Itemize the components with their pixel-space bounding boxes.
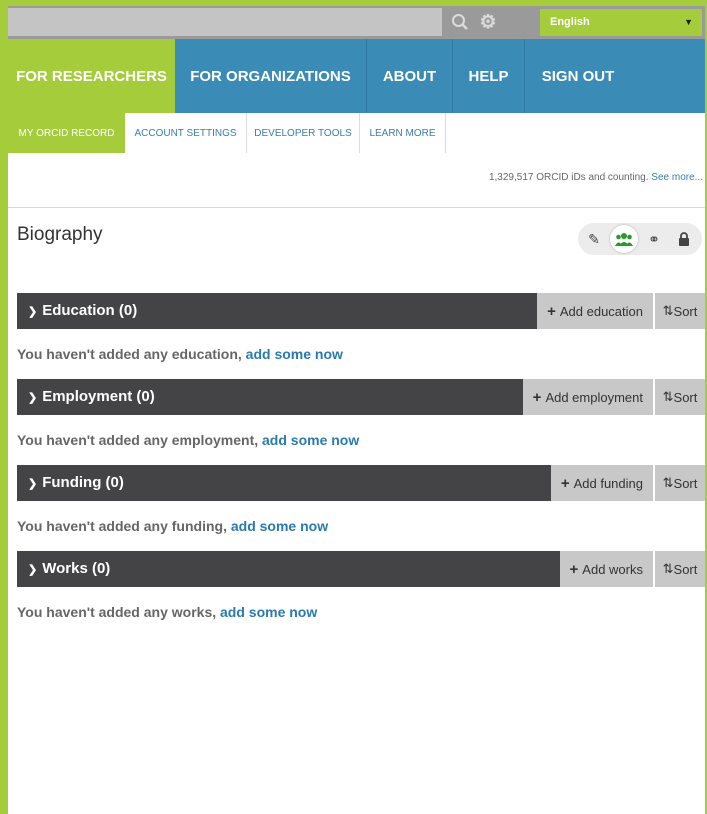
language-label: English <box>550 16 590 28</box>
nav-label: SIGN OUT <box>541 67 615 85</box>
nav-for-organizations[interactable]: FOR ORGANIZATIONS <box>175 39 367 113</box>
visibility-selector: ✎ ⚭ <box>578 223 702 255</box>
lock-icon[interactable] <box>670 225 698 253</box>
trusted-icon[interactable]: ⚭ <box>640 225 668 253</box>
sub-nav: MY ORCID RECORD ACCOUNT SETTINGS DEVELOP… <box>8 113 705 153</box>
divider <box>8 207 705 208</box>
sort-button[interactable]: ⇅ Sort <box>655 465 705 501</box>
orcid-page: ⚙ English ▼ FOR RESEARCHERS FOR ORGANIZA… <box>8 6 705 814</box>
tab-account-settings[interactable]: ACCOUNT SETTINGS <box>125 113 247 153</box>
search-icon[interactable] <box>448 10 472 34</box>
nav-label: HELP <box>468 67 509 85</box>
section-actions: + Add education ⇅ Sort <box>537 293 705 329</box>
empty-message: You haven't added any employment, add so… <box>17 432 359 448</box>
sort-button[interactable]: ⇅ Sort <box>655 293 705 329</box>
add-label: Add education <box>559 303 643 319</box>
pencil-icon[interactable]: ✎ <box>580 225 608 253</box>
add-some-now-link[interactable]: add some now <box>246 346 343 362</box>
chevron-down-icon: ❯ <box>28 392 38 404</box>
gear-icon[interactable]: ⚙ <box>476 10 500 34</box>
tab-my-orcid-record[interactable]: MY ORCID RECORD <box>8 113 125 153</box>
everyone-icon[interactable] <box>610 225 638 253</box>
section-education: ❯ Education (0) + Add education ⇅ Sort <box>17 293 705 329</box>
section-employment: ❯ Employment (0) + Add employment ⇅ Sort <box>17 379 705 415</box>
sort-button[interactable]: ⇅ Sort <box>655 379 705 415</box>
tab-developer-tools[interactable]: DEVELOPER TOOLS <box>247 113 360 153</box>
plus-icon: + <box>532 388 542 406</box>
sort-label: Sort <box>673 561 698 577</box>
empty-message: You haven't added any education, add som… <box>17 346 343 362</box>
nav-help[interactable]: HELP <box>453 39 525 113</box>
sort-icon: ⇅ <box>662 561 674 576</box>
empty-text: You haven't added any works, <box>17 604 217 620</box>
chevron-down-icon: ❯ <box>28 306 38 318</box>
plus-icon: + <box>547 302 556 320</box>
add-label: Add works <box>582 561 643 577</box>
sort-label: Sort <box>673 389 698 405</box>
section-works: ❯ Works (0) + Add works ⇅ Sort <box>17 551 705 587</box>
empty-text: You haven't added any employment, <box>17 432 259 448</box>
counter-text: 1,329,517 ORCID iDs and counting. <box>488 172 649 183</box>
sort-label: Sort <box>673 303 698 319</box>
add-funding-button[interactable]: + Add funding <box>550 465 655 501</box>
section-funding: ❯ Funding (0) + Add funding ⇅ Sort <box>17 465 705 501</box>
sort-icon: ⇅ <box>662 303 674 318</box>
tab-label: DEVELOPER TOOLS <box>254 127 352 139</box>
add-employment-button[interactable]: + Add employment <box>522 379 655 415</box>
plus-icon: + <box>560 474 570 492</box>
sort-icon: ⇅ <box>662 389 674 404</box>
tab-label: LEARN MORE <box>369 127 436 139</box>
section-title: Education (0) <box>42 302 138 319</box>
language-select[interactable]: English ▼ <box>540 9 702 36</box>
section-title: Funding (0) <box>42 474 124 491</box>
empty-message: You haven't added any works, add some no… <box>17 604 317 620</box>
nav-about[interactable]: ABOUT <box>367 39 453 113</box>
section-actions: + Add employment ⇅ Sort <box>522 379 705 415</box>
section-toggle[interactable]: ❯ Education (0) <box>28 293 137 330</box>
nav-label: ABOUT <box>382 67 437 85</box>
section-title: Employment (0) <box>42 388 155 405</box>
chevron-down-icon: ❯ <box>28 478 38 490</box>
nav-sign-out[interactable]: SIGN OUT <box>525 39 631 113</box>
see-more-link[interactable]: See more... <box>651 172 703 183</box>
tab-label: ACCOUNT SETTINGS <box>134 127 237 139</box>
top-utility-bar: ⚙ English ▼ <box>8 6 705 39</box>
chevron-down-icon: ▼ <box>684 17 693 27</box>
add-some-now-link[interactable]: add some now <box>220 604 317 620</box>
tab-label: MY ORCID RECORD <box>18 127 115 139</box>
section-title: Works (0) <box>42 560 111 577</box>
section-toggle[interactable]: ❯ Funding (0) <box>28 465 124 502</box>
add-some-now-link[interactable]: add some now <box>231 518 328 534</box>
add-works-button[interactable]: + Add works <box>559 551 655 587</box>
search-input[interactable] <box>8 8 442 36</box>
tab-learn-more[interactable]: LEARN MORE <box>360 113 446 153</box>
nav-label: FOR ORGANIZATIONS <box>190 67 351 85</box>
sort-button[interactable]: ⇅ Sort <box>655 551 705 587</box>
sort-label: Sort <box>673 475 698 491</box>
orcid-counter: 1,329,517 ORCID iDs and counting. See mo… <box>489 172 703 183</box>
chevron-down-icon: ❯ <box>28 564 38 576</box>
add-some-now-link[interactable]: add some now <box>262 432 359 448</box>
section-toggle[interactable]: ❯ Works (0) <box>28 551 110 588</box>
empty-text: You haven't added any education, <box>17 346 242 362</box>
add-label: Add employment <box>545 389 643 405</box>
add-label: Add funding <box>573 475 643 491</box>
plus-icon: + <box>569 560 579 578</box>
main-nav: FOR RESEARCHERS FOR ORGANIZATIONS ABOUT … <box>8 39 705 113</box>
nav-for-researchers[interactable]: FOR RESEARCHERS <box>8 39 175 113</box>
add-education-button[interactable]: + Add education <box>537 293 655 329</box>
empty-text: You haven't added any funding, <box>17 518 227 534</box>
sort-icon: ⇅ <box>662 475 674 490</box>
empty-message: You haven't added any funding, add some … <box>17 518 328 534</box>
nav-label: FOR RESEARCHERS <box>16 67 167 85</box>
biography-title: Biography <box>17 224 103 245</box>
section-actions: + Add works ⇅ Sort <box>559 551 705 587</box>
section-toggle[interactable]: ❯ Employment (0) <box>28 379 155 416</box>
section-actions: + Add funding ⇅ Sort <box>550 465 705 501</box>
